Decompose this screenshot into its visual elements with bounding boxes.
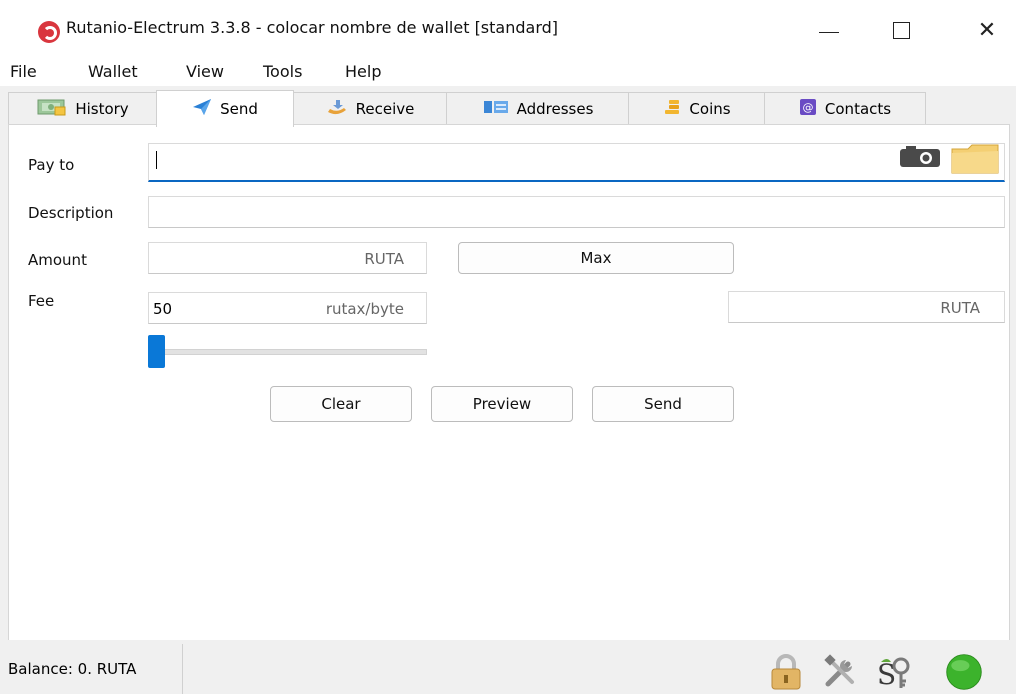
preferences-icon[interactable] — [820, 652, 860, 692]
balance-label: Balance: 0. RUTA — [8, 660, 137, 678]
text-cursor — [156, 151, 157, 169]
tab-history[interactable]: History — [8, 92, 158, 125]
clear-button[interactable]: Clear — [270, 386, 412, 422]
maximize-button[interactable] — [878, 10, 924, 50]
camera-icon[interactable] — [898, 145, 942, 169]
tab-addresses-label: Addresses — [516, 100, 594, 118]
tab-history-label: History — [75, 100, 129, 118]
fee-label: Fee — [28, 292, 55, 310]
description-field[interactable] — [148, 196, 1005, 228]
tab-contacts[interactable]: @ Contacts — [764, 92, 926, 125]
fee-rate-field[interactable]: 50 rutax/byte — [148, 292, 427, 324]
contacts-icon: @ — [799, 98, 817, 120]
tab-coins-label: Coins — [689, 100, 731, 118]
addresses-icon — [483, 99, 509, 119]
minimize-button[interactable] — [806, 10, 852, 50]
status-bar: Balance: 0. RUTA S — [0, 640, 1016, 694]
tab-send-label: Send — [220, 100, 258, 118]
tab-bar: History Send Receive Addresses Coins @ C… — [8, 90, 1008, 127]
tab-contacts-label: Contacts — [824, 100, 892, 118]
max-button[interactable]: Max — [458, 242, 734, 274]
fee-slider-handle[interactable] — [148, 335, 165, 368]
fee-amount-field[interactable]: RUTA — [728, 291, 1005, 323]
fee-slider-track[interactable] — [163, 349, 427, 355]
close-icon: ✕ — [977, 17, 997, 43]
seed-icon[interactable]: S — [874, 652, 914, 692]
maximize-icon — [892, 21, 910, 39]
fee-rate-value: 50 — [153, 300, 173, 318]
lock-icon[interactable] — [766, 652, 806, 692]
network-status-icon[interactable] — [944, 652, 984, 692]
history-icon — [37, 98, 67, 120]
tab-addresses[interactable]: Addresses — [446, 92, 630, 125]
folder-icon[interactable] — [950, 143, 1000, 175]
receive-icon — [326, 98, 348, 120]
menu-file[interactable]: File — [10, 62, 37, 81]
amount-field[interactable]: RUTA — [148, 242, 427, 274]
menu-tools[interactable]: Tools — [263, 62, 302, 81]
description-label: Description — [28, 204, 114, 222]
title-bar: Rutanio-Electrum 3.3.8 - colocar nombre … — [0, 0, 1016, 58]
window-title: Rutanio-Electrum 3.3.8 - colocar nombre … — [66, 18, 559, 37]
pay-to-label: Pay to — [28, 156, 75, 174]
menu-view[interactable]: View — [186, 62, 224, 81]
fee-amount-unit: RUTA — [940, 299, 980, 317]
pay-to-field[interactable] — [148, 143, 1005, 182]
balance-box: Balance: 0. RUTA — [0, 644, 183, 694]
app-logo-icon — [38, 21, 60, 43]
close-button[interactable]: ✕ — [964, 10, 1010, 50]
menu-help[interactable]: Help — [345, 62, 381, 81]
tab-send[interactable]: Send — [156, 90, 294, 127]
tab-receive-label: Receive — [355, 100, 415, 118]
preview-button[interactable]: Preview — [431, 386, 573, 422]
coins-icon — [663, 98, 681, 120]
menu-wallet[interactable]: Wallet — [88, 62, 138, 81]
send-icon — [192, 98, 212, 120]
amount-unit: RUTA — [364, 250, 404, 268]
tab-receive[interactable]: Receive — [292, 92, 448, 125]
svg-text:@: @ — [802, 101, 813, 114]
send-button[interactable]: Send — [592, 386, 734, 422]
amount-label: Amount — [28, 251, 87, 269]
minimize-icon — [819, 31, 839, 33]
tab-coins[interactable]: Coins — [628, 92, 766, 125]
menu-bar: File Wallet View Tools Help — [0, 58, 1016, 86]
fee-rate-unit: rutax/byte — [325, 300, 404, 318]
